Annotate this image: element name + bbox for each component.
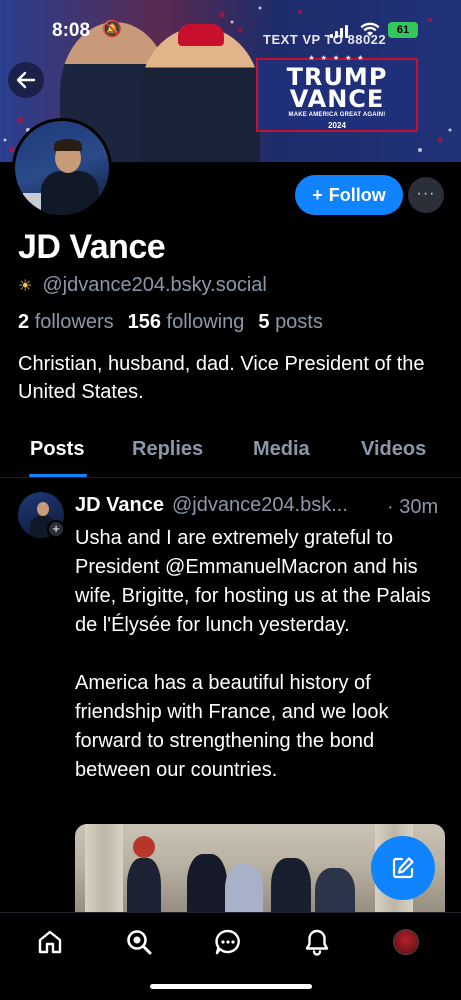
wifi-icon xyxy=(360,22,380,42)
profile-bio: Christian, husband, dad. Vice President … xyxy=(18,353,425,403)
post-avatar-face xyxy=(37,502,49,516)
profile-tab[interactable] xyxy=(391,927,421,957)
follow-button-label: Follow xyxy=(328,184,386,205)
banner-person-right xyxy=(140,27,260,162)
arrow-left-icon xyxy=(16,71,36,89)
follow-button[interactable]: + Follow xyxy=(295,175,403,215)
silent-mode-icon: 🔕 xyxy=(102,21,122,38)
follow-plus-icon[interactable]: + xyxy=(47,520,65,538)
profile-avatar-small xyxy=(393,929,419,955)
following-label: following xyxy=(166,311,245,333)
search-icon[interactable] xyxy=(124,927,154,957)
tab-posts[interactable]: Posts xyxy=(30,438,84,461)
following-count: 156 xyxy=(127,311,161,333)
tab-replies[interactable]: Replies xyxy=(132,438,203,461)
bell-icon[interactable] xyxy=(302,927,332,957)
profile-stats: 2 followers 156 following 5 posts xyxy=(18,311,323,334)
avatar-hair xyxy=(54,139,82,151)
status-time: 8:08 xyxy=(52,20,91,41)
display-name: JD Vance xyxy=(18,228,166,266)
sign-stars: ★ ★ ★ ★ ★ xyxy=(308,55,366,62)
posts-stat: 5 posts xyxy=(258,311,323,334)
battery-indicator: 61 xyxy=(388,22,418,38)
profile-tabs: Posts Replies Media Videos xyxy=(0,430,461,478)
profile-handle: @jdvance204.bsky.social xyxy=(42,274,267,296)
posts-count: 5 xyxy=(258,311,270,333)
sign-title: TRUMP VANCE xyxy=(256,65,418,113)
post-body[interactable]: Usha and I are extremely grateful to Pre… xyxy=(75,524,447,814)
following-stat[interactable]: 156 following xyxy=(128,311,245,334)
post-paragraph-1: Usha and I are extremely grateful to Pre… xyxy=(75,527,431,636)
sign-subtitle: MAKE AMERICA GREAT AGAIN! xyxy=(288,112,386,118)
chat-icon[interactable] xyxy=(213,927,243,957)
followers-label: followers xyxy=(34,311,114,333)
active-tab-indicator xyxy=(29,474,87,477)
more-options-button[interactable]: ··· xyxy=(408,177,444,213)
followers-stat[interactable]: 2 followers xyxy=(18,311,114,334)
home-icon[interactable] xyxy=(35,927,65,957)
handle-row: ☀ @jdvance204.bsky.social xyxy=(18,274,267,297)
sign-year: 2024 xyxy=(328,121,346,130)
sign-title-line-2: VANCE xyxy=(289,85,385,113)
back-button[interactable] xyxy=(8,62,44,98)
compose-post-button[interactable] xyxy=(371,836,435,900)
cellular-signal-icon xyxy=(330,24,348,38)
plus-icon: + xyxy=(312,184,323,205)
tab-media[interactable]: Media xyxy=(253,438,310,461)
home-indicator[interactable] xyxy=(150,984,312,989)
followers-count: 2 xyxy=(18,311,30,333)
post-author-handle[interactable]: @jdvance204.bsk... xyxy=(172,494,348,517)
image-guard-helmet xyxy=(133,836,155,858)
banner-red-hat xyxy=(178,24,224,46)
tab-videos[interactable]: Videos xyxy=(361,438,426,461)
post-author-name[interactable]: JD Vance xyxy=(75,494,164,517)
posts-label: posts xyxy=(275,311,323,333)
post-paragraph-2: America has a beautiful history of frien… xyxy=(75,672,389,781)
avatar-body xyxy=(41,171,99,215)
verification-sun-icon: ☀ xyxy=(18,277,33,295)
image-pillar xyxy=(85,824,123,924)
pencil-square-icon xyxy=(392,857,414,879)
post-timestamp: · 30m xyxy=(387,496,439,518)
profile-avatar[interactable] xyxy=(12,118,112,218)
